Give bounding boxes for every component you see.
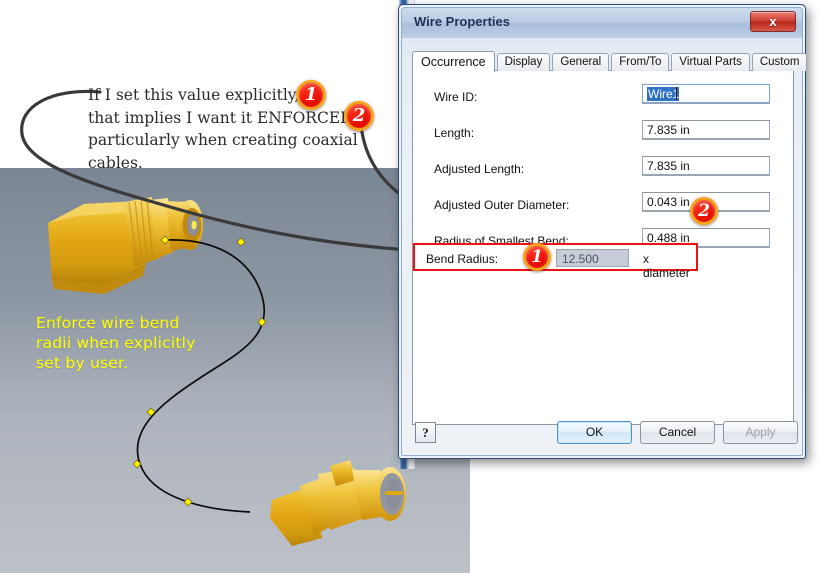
tab-custom[interactable]: Custom — [751, 53, 808, 71]
callout-badge-1-field: 1 — [523, 243, 551, 271]
text-caret — [676, 87, 677, 100]
viewport-annotation-text: Enforce wire bend radii when explicitly … — [36, 314, 196, 372]
connector-lower-right — [270, 460, 406, 546]
tab-virtual-parts[interactable]: Virtual Parts — [671, 53, 750, 71]
tab-display[interactable]: Display — [496, 53, 551, 71]
tab-occurrence[interactable]: Occurrence — [412, 51, 495, 72]
field-underline — [642, 175, 770, 176]
help-button[interactable]: ? — [415, 422, 436, 443]
dialog-title: Wire Properties — [414, 14, 510, 29]
wire-path[interactable] — [136, 239, 265, 513]
ok-button[interactable]: OK — [557, 421, 632, 444]
connector-upper-left — [48, 197, 203, 294]
field-value: 0.043 in — [647, 195, 690, 209]
field-input[interactable]: 7.835 in — [642, 156, 770, 175]
field-underline — [642, 139, 770, 140]
field-label: Adjusted Outer Diameter: — [434, 198, 570, 212]
tab-general[interactable]: General — [552, 53, 610, 71]
dialog-titlebar[interactable]: Wire Properties x — [402, 8, 802, 38]
cancel-button[interactable]: Cancel — [640, 421, 715, 444]
field-label: Length: — [434, 126, 475, 140]
field-value: 7.835 in — [647, 123, 690, 137]
callout-badge-2-field: 2 — [690, 197, 718, 225]
screenshot-root: Enforce wire bend radii when explicitly … — [0, 0, 839, 573]
dialog-tabstrip[interactable]: Occurrence Display General From/To Virtual P… — [412, 51, 808, 72]
field-value: Wire1 — [647, 87, 680, 101]
form-row: Length: 7.835 in — [413, 119, 795, 149]
field-underline — [642, 103, 770, 104]
field-label: Wire ID: — [434, 90, 478, 104]
wire-properties-dialog: Wire Properties x Occurrence Display Gener… — [398, 4, 808, 459]
bend-radius-row: Bend Radius: 12.500 x diameter — [413, 243, 698, 280]
form-row: Adjusted Outer Diameter: 0.043 in — [413, 191, 795, 221]
field-label: Adjusted Length: — [434, 162, 525, 176]
dialog-body: Wire Properties x Occurrence Display Gener… — [401, 7, 808, 456]
field-input[interactable]: Wire1 — [642, 84, 770, 103]
apply-button: Apply — [723, 421, 798, 444]
tab-from-to[interactable]: From/To — [611, 53, 670, 71]
callout-badge-1-note: 1 — [296, 80, 326, 110]
form-row: Adjusted Length: 7.835 in — [413, 155, 795, 185]
bend-radius-label: Bend Radius: — [426, 252, 499, 266]
bend-radius-value: 12.500 — [562, 252, 599, 266]
close-icon[interactable]: x — [750, 11, 796, 32]
form-row: Wire ID: Wire1 — [413, 83, 795, 113]
field-input[interactable]: 7.835 in — [642, 120, 770, 139]
field-value: 7.835 in — [647, 159, 690, 173]
bend-radius-unit: x diameter — [643, 252, 690, 280]
callout-badge-2-note: 2 — [344, 101, 374, 131]
bend-radius-input[interactable]: 12.500 — [556, 249, 629, 267]
